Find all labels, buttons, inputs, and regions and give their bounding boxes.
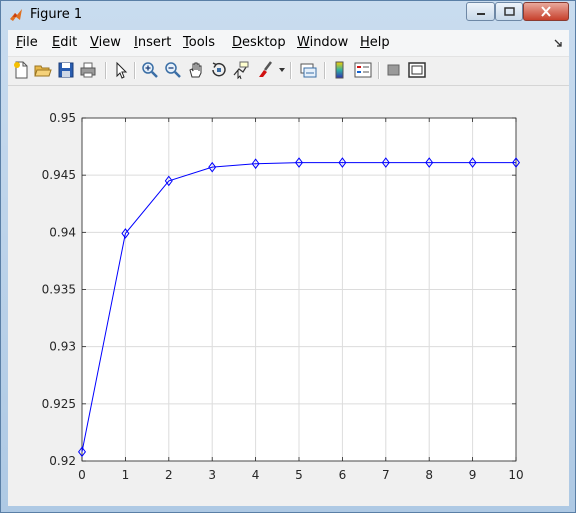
y-tick-label: 0.93	[49, 340, 76, 354]
link-plot-icon[interactable]	[298, 60, 318, 80]
toolbar-separator	[134, 62, 136, 79]
zoom-in-icon[interactable]	[140, 60, 160, 80]
new-figure-icon[interactable]	[11, 60, 31, 80]
figure-toolbar	[8, 57, 569, 86]
open-file-icon[interactable]	[33, 60, 53, 80]
dock-arrow-icon[interactable]	[554, 39, 563, 48]
x-tick-label: 8	[425, 468, 433, 482]
show-plot-tools-icon[interactable]	[407, 60, 427, 80]
title-bar[interactable]: Figure 1	[1, 1, 575, 29]
menu-window[interactable]: Window	[297, 35, 348, 50]
x-tick-label: 0	[78, 468, 86, 482]
x-tick-label: 7	[382, 468, 390, 482]
menu-bar: File Edit View Insert Tools Desktop Wind…	[8, 30, 569, 57]
matlab-icon	[10, 9, 22, 21]
toolbar-separator	[378, 62, 380, 79]
minimize-icon	[476, 12, 485, 15]
y-tick-label: 0.935	[42, 283, 76, 297]
figure-canvas: 0 1 2 3 4 5 6 7 8 9 10 0.92 0.925 0.93 0.935 0.94 0.945 0…	[8, 86, 569, 506]
x-tick-label: 4	[252, 468, 260, 482]
brush-icon[interactable]	[256, 60, 276, 80]
toolbar-separator	[324, 62, 326, 79]
x-tick-label: 9	[469, 468, 477, 482]
figure-client-area: File Edit View Insert Tools Desktop Wind…	[8, 30, 569, 506]
x-tick-label: 1	[122, 468, 130, 482]
maximize-button[interactable]	[495, 2, 523, 21]
colorbar-icon[interactable]	[330, 60, 350, 80]
zoom-out-icon[interactable]	[163, 60, 183, 80]
menu-edit[interactable]: Edit	[52, 35, 77, 50]
edit-plot-arrow-icon[interactable]	[111, 60, 131, 80]
y-tick-label: 0.925	[42, 397, 76, 411]
toolbar-separator	[105, 62, 107, 79]
save-icon[interactable]	[56, 60, 76, 80]
y-tick-label: 0.95	[49, 111, 76, 125]
hide-plot-tools-icon[interactable]	[384, 60, 404, 80]
toolbar-separator	[290, 62, 292, 79]
line-chart[interactable]: 0 1 2 3 4 5 6 7 8 9 10 0.92 0.925 0.93 0.935 0.94 0.945 0…	[8, 86, 569, 506]
x-tick-label: 3	[208, 468, 216, 482]
print-icon[interactable]	[78, 60, 98, 80]
data-cursor-icon[interactable]	[231, 60, 251, 80]
menu-tools[interactable]: Tools	[183, 35, 215, 50]
chevron-down-icon[interactable]	[279, 68, 285, 73]
window-title: Figure 1	[30, 7, 83, 22]
menu-desktop[interactable]: Desktop	[232, 35, 286, 50]
menu-help[interactable]: Help	[360, 35, 390, 50]
x-tick-label: 6	[339, 468, 347, 482]
y-tick-label: 0.92	[49, 454, 76, 468]
y-tick-label: 0.94	[49, 225, 76, 239]
y-tick-label: 0.945	[42, 168, 76, 182]
menu-insert[interactable]: Insert	[134, 35, 171, 50]
x-tick-label: 5	[295, 468, 303, 482]
menu-view[interactable]: View	[90, 35, 121, 50]
maximize-icon	[503, 7, 515, 16]
close-button[interactable]	[523, 2, 569, 21]
pan-icon[interactable]	[186, 60, 206, 80]
menu-file[interactable]: File	[16, 35, 38, 50]
x-tick-label: 2	[165, 468, 173, 482]
figure-window: Figure 1 File Edit View Insert Tools Des…	[0, 0, 576, 513]
close-icon	[541, 6, 551, 17]
minimize-button[interactable]	[466, 2, 495, 21]
x-tick-label: 10	[508, 468, 523, 482]
legend-icon[interactable]	[353, 60, 373, 80]
rotate-3d-icon[interactable]	[209, 60, 229, 80]
